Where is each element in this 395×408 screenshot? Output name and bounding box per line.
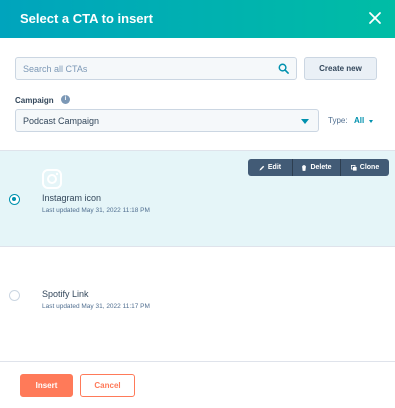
- close-icon: [369, 12, 381, 24]
- info-icon[interactable]: i: [61, 95, 70, 104]
- delete-button-label: Delete: [310, 164, 332, 171]
- cta-updated-date: Last updated May 31, 2022 11:17 PM: [42, 303, 150, 310]
- cta-row-actions: Edit Delete Clone: [248, 159, 389, 176]
- insert-button[interactable]: Insert: [20, 374, 73, 397]
- cta-list-item[interactable]: Spotify Link Last updated May 31, 2022 1…: [0, 247, 395, 345]
- type-filter-dropdown[interactable]: All: [354, 116, 364, 125]
- modal-header: Select a CTA to insert: [0, 0, 395, 38]
- cta-radio-selected[interactable]: [9, 194, 20, 205]
- clone-icon: [350, 164, 357, 171]
- clone-button-label: Clone: [359, 164, 380, 171]
- campaign-dropdown[interactable]: Podcast Campaign: [15, 109, 319, 132]
- cta-name: Instagram icon: [42, 193, 102, 203]
- edit-button[interactable]: Edit: [248, 159, 292, 176]
- cta-radio[interactable]: [9, 290, 20, 301]
- trash-icon: [302, 164, 307, 171]
- instagram-icon: [42, 169, 62, 189]
- cta-updated-date: Last updated May 31, 2022 11:18 PM: [42, 207, 150, 214]
- footer-divider: [0, 361, 395, 362]
- campaign-label: Campaign: [15, 96, 54, 105]
- search-icon[interactable]: [278, 63, 289, 74]
- close-button[interactable]: [367, 10, 383, 26]
- modal-title: Select a CTA to insert: [20, 11, 153, 26]
- cancel-button[interactable]: Cancel: [80, 374, 135, 397]
- search-field[interactable]: [15, 57, 297, 80]
- type-filter-label: Type:: [328, 116, 348, 125]
- cta-name: Spotify Link: [42, 289, 89, 299]
- clone-button[interactable]: Clone: [340, 159, 389, 176]
- chevron-down-icon: [301, 119, 309, 124]
- pencil-icon: [259, 165, 265, 170]
- campaign-selected-value: Podcast Campaign: [23, 116, 100, 126]
- type-chevron-down-icon: [369, 120, 373, 123]
- search-input[interactable]: [16, 58, 266, 79]
- create-new-button[interactable]: Create new: [304, 57, 377, 80]
- edit-button-label: Edit: [267, 164, 282, 171]
- delete-button[interactable]: Delete: [292, 159, 340, 176]
